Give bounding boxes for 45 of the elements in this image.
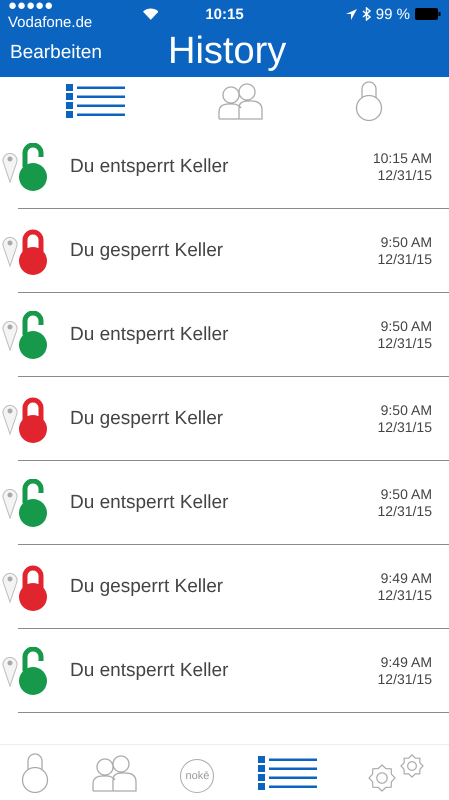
event-time: 9:50 AM [380, 486, 432, 503]
event-time: 9:50 AM [380, 402, 432, 419]
list-icon [66, 83, 126, 119]
battery-icon [415, 8, 441, 20]
map-pin-icon [2, 571, 18, 603]
page-title: History [168, 30, 286, 73]
people-icon [91, 754, 138, 792]
event-time: 9:50 AM [380, 318, 432, 335]
list-icon [258, 754, 318, 790]
event-date: 12/31/15 [378, 419, 432, 436]
padlock-icon [355, 80, 384, 122]
padlock-icon [21, 752, 50, 794]
map-pin-icon [2, 655, 18, 687]
event-text: Du entsperrt Keller [70, 156, 230, 178]
event-time: 10:15 AM [372, 150, 432, 167]
map-pin-icon [2, 151, 18, 183]
event-text: Du gesperrt Keller [70, 576, 224, 598]
event-time: 9:49 AM [380, 570, 432, 587]
event-text: Du gesperrt Keller [70, 240, 224, 262]
clock-time: 10:15 [205, 6, 244, 22]
filter-tab[interactable] [66, 83, 126, 119]
carrier-name: ●●●●● Vodafone.de [8, 0, 94, 31]
event-date: 12/31/15 [378, 335, 432, 352]
event-date: 12/31/15 [378, 503, 432, 520]
map-pin-icon [2, 403, 18, 435]
map-pin-icon [2, 319, 18, 351]
event-time: 9:50 AM [380, 234, 432, 251]
wifi-icon [142, 8, 158, 20]
battery-percent: 99 % [376, 6, 410, 22]
tab-bar-item[interactable] [258, 754, 318, 790]
event-date: 12/31/15 [378, 587, 432, 604]
event-date: 12/31/15 [378, 167, 432, 184]
event-text: Du entsperrt Keller [70, 660, 230, 682]
event-text: Du gesperrt Keller [70, 408, 224, 430]
event-text: Du entsperrt Keller [70, 492, 230, 514]
map-pin-icon [2, 487, 18, 519]
event-text: Du entsperrt Keller [70, 324, 230, 346]
event-date: 12/31/15 [378, 671, 432, 688]
event-time: 9:49 AM [380, 654, 432, 671]
map-pin-icon [2, 235, 18, 267]
location-arrow-icon [346, 8, 357, 20]
people-icon [217, 82, 264, 120]
edit-button[interactable]: Bearbeiten [10, 42, 102, 64]
event-date: 12/31/15 [378, 251, 432, 268]
bluetooth-icon [362, 7, 371, 21]
